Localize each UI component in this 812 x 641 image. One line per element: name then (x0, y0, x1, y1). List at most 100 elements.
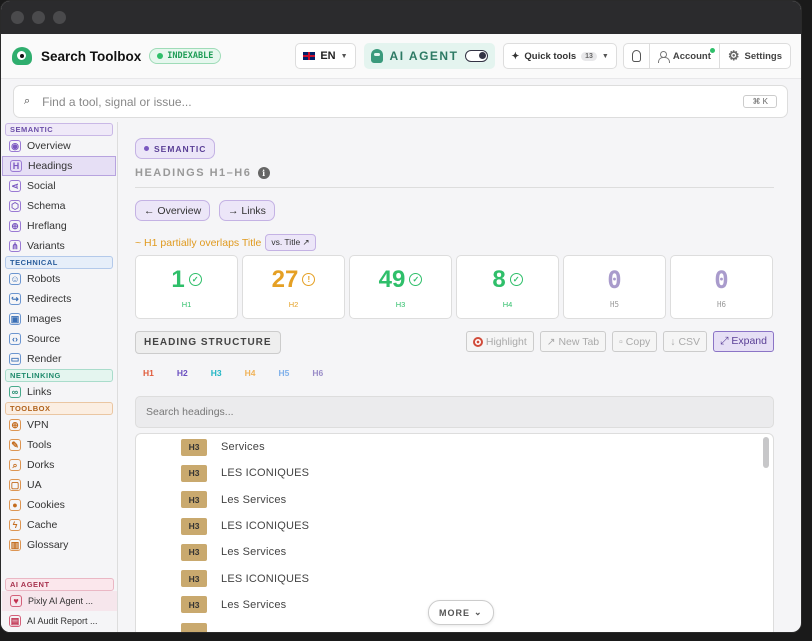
sidebar-item-tools[interactable]: ✎ Tools (1, 435, 117, 455)
maximize-window-button[interactable] (53, 11, 66, 24)
shortcut-hint: ⌘ K (743, 95, 777, 108)
chevron-down-icon: ▼ (340, 52, 348, 60)
heading-row[interactable]: H3 LES ICONIQUES (136, 565, 773, 591)
sidebar-item-vpn[interactable]: ⊕ VPN (1, 415, 117, 435)
sidebar-item-schema[interactable]: ⬡ Schema (1, 196, 117, 216)
sidebar-item-cookies[interactable]: ● Cookies (1, 495, 117, 515)
highlight-button[interactable]: Highlight (465, 331, 534, 352)
level-tab-h5[interactable]: H5 (279, 368, 290, 378)
heading-row[interactable]: H3 LES ICONIQUES (136, 460, 773, 486)
sidebar-item-headings[interactable]: H Headings (2, 156, 116, 176)
sidebar-item-label: Cache (27, 519, 58, 531)
language-label: EN (320, 50, 336, 62)
settings-button[interactable]: ⚙ Settings (718, 44, 790, 68)
sidebar-item-cache[interactable]: ϟ Cache (1, 515, 117, 535)
level-tab-h2[interactable]: H2 (177, 368, 188, 378)
level-tab-h1[interactable]: H1 (143, 368, 154, 378)
info-icon[interactable]: i (258, 167, 271, 179)
sidebar-item-label: Variants (27, 240, 65, 252)
csv-button[interactable]: ↓ CSV (663, 331, 708, 352)
book-icon: ▥ (9, 539, 21, 551)
level-tab-h4[interactable]: H4 (245, 368, 256, 378)
count-label: H3 (395, 299, 406, 309)
heading-level-tag: H3 (181, 517, 207, 535)
sidebar-agent-label: Pixly AI Agent ... (28, 596, 94, 606)
title-overlap-warning: ~ H1 partially overlaps Title vs. Title … (135, 234, 316, 251)
sidebar-item-label: Links (27, 386, 52, 398)
search-input[interactable]: Find a tool, signal or issue... (42, 95, 743, 109)
sidebar-item-source[interactable]: ‹› Source (1, 329, 117, 349)
sidebar-agent-item[interactable]: ▤ AI Audit Report ... (1, 611, 118, 631)
ai-agent-switch[interactable] (465, 50, 489, 62)
expand-button[interactable]: ⤢ Expand (713, 331, 774, 352)
copy-button[interactable]: ▫ Copy (612, 331, 658, 352)
sidebar-item-social[interactable]: ⋖ Social (1, 176, 117, 196)
vpn-icon: ⊕ (9, 419, 21, 431)
share-icon: ⋖ (9, 180, 21, 192)
sidebar-item-label: Overview (27, 140, 71, 152)
account-label: Account (672, 50, 711, 62)
close-window-button[interactable] (11, 11, 24, 24)
heading-level-tag: H3 (181, 491, 207, 509)
count-value-row: 0 (714, 266, 728, 294)
sidebar-agent-area: AI AGENT ♥ Pixly AI Agent ... ▤ AI Audit Rep… (1, 578, 118, 631)
sidebar-item-glossary[interactable]: ▥ Glossary (1, 535, 117, 555)
sidebar-item-dorks[interactable]: ⌕ Dorks (1, 455, 117, 475)
sidebar-item-render[interactable]: ▭ Render (1, 349, 117, 369)
more-button[interactable]: MORE ⌄ (428, 600, 494, 625)
new-tab-button[interactable]: ↗ New Tab (539, 331, 607, 352)
settings-label: Settings (744, 50, 782, 62)
vs-title-link[interactable]: vs. Title ↗ (265, 234, 316, 251)
count-label: H5 (609, 299, 620, 309)
title-bar (1, 1, 801, 34)
heading-level-tag: H3 (181, 543, 207, 561)
count-value: 0 (714, 265, 729, 294)
image-icon: ▣ (9, 313, 21, 325)
cookie-icon: ● (9, 499, 21, 511)
count-label: H1 (181, 299, 192, 309)
count-card-h2[interactable]: 27! H2 (242, 255, 345, 319)
sidebar-agent-item[interactable]: ♥ Pixly AI Agent ... (2, 591, 117, 611)
heading-row[interactable]: H3 Les Services (136, 539, 773, 565)
minimize-window-button[interactable] (32, 11, 45, 24)
count-value-row: 49 ✓ (379, 266, 423, 294)
heading-row[interactable]: H3 Services (136, 434, 773, 460)
tips-button[interactable] (624, 44, 649, 68)
level-tab-h6[interactable]: H6 (312, 368, 323, 378)
sidebar-item-label: Images (27, 313, 62, 325)
quick-tools-button[interactable]: ✦ Quick tools 13 ▼ (503, 43, 617, 69)
scrollbar[interactable] (763, 437, 769, 468)
heading-row[interactable]: H3 LES ICONIQUES (136, 513, 773, 539)
sidebar-item-robots[interactable]: ☺ Robots (1, 269, 117, 289)
count-card-h3[interactable]: 49 ✓ H3 (349, 255, 452, 319)
level-tab-h3[interactable]: H3 (211, 368, 222, 378)
heading-row[interactable]: H3 Les Services (136, 487, 773, 513)
tool-search-bar[interactable]: ⌕ Find a tool, signal or issue... ⌘ K (13, 85, 788, 118)
sidebar-section-technical: TECHNICAL (5, 256, 113, 269)
sidebar-item-links[interactable]: ∞ Links (1, 382, 117, 402)
heading-search-input[interactable]: Search headings... (135, 396, 774, 428)
sidebar-item-redirects[interactable]: ↪ Redirects (1, 289, 117, 309)
count-value: 0 (607, 265, 622, 294)
count-card-h1[interactable]: 1 ✓ H1 (135, 255, 238, 319)
count-card-h5[interactable]: 0 H5 (563, 255, 666, 319)
prev-overview-button[interactable]: ← Overview (135, 200, 211, 221)
code-icon: ‹› (9, 333, 21, 345)
sidebar-item-overview[interactable]: ◉ Overview (1, 136, 117, 156)
status-dot-icon (157, 53, 164, 59)
sidebar-item-ua[interactable]: ▢ UA (1, 475, 117, 495)
ai-agent-toggle-button[interactable]: AI AGENT (363, 43, 496, 69)
more-label: MORE (439, 607, 470, 618)
sidebar-item-variants[interactable]: ⋔ Variants (1, 236, 117, 256)
check-circle-icon: ✓ (188, 273, 202, 286)
count-card-h6[interactable]: 0 H6 (670, 255, 773, 319)
account-button[interactable]: Account (648, 44, 719, 68)
next-links-button[interactable]: → Links (219, 200, 275, 221)
chevron-down-icon: ▼ (601, 52, 609, 60)
count-card-h4[interactable]: 8 ✓ H4 (456, 255, 559, 319)
bolt-icon: ϟ (9, 519, 21, 531)
sidebar-item-hreflang[interactable]: ⊕ Hreflang (1, 216, 117, 236)
sidebar-item-images[interactable]: ▣ Images (1, 309, 117, 329)
level-filter-tabs: H1 H2 H3 H4 H5 H6 (143, 368, 323, 378)
language-selector[interactable]: EN ▼ (295, 43, 356, 69)
